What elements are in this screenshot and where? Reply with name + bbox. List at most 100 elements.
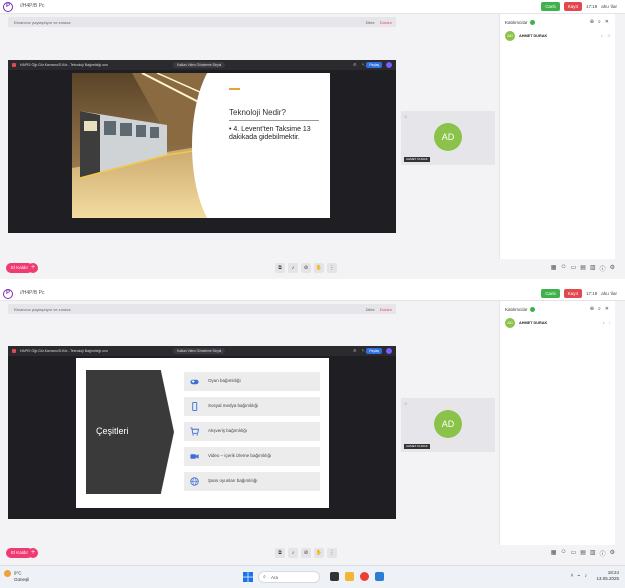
network-icon[interactable]: ⌁ <box>577 573 580 579</box>
participants-panel: Katılımcılar ⊕ ⌕ ✕ AD AHMET DURAK ♪ ☆ <box>499 14 615 259</box>
live-button[interactable]: Canlı <box>541 289 560 298</box>
chat-icon[interactable]: ▭ <box>571 264 577 273</box>
share-play-button[interactable]: Paylaş <box>366 62 382 68</box>
task-view-icon[interactable] <box>330 572 339 581</box>
types-title: Çeşitleri <box>96 426 129 436</box>
weather-widget[interactable]: 9°C Güneşli <box>4 570 29 582</box>
search-icon[interactable]: ⌕ <box>598 306 601 312</box>
chat-icon[interactable]: ▭ <box>571 549 577 558</box>
more-options-icon[interactable]: ⋮ <box>327 548 337 558</box>
globe-icon <box>190 477 199 486</box>
share-play-button[interactable]: Paylaş <box>366 348 382 354</box>
clock-time: 18:24 <box>607 570 619 575</box>
pin-icon[interactable]: ⊙ <box>404 114 407 119</box>
notice-stop-button[interactable]: Durdur <box>380 20 392 25</box>
files-icon[interactable]: ▤ <box>580 264 586 273</box>
settings-icon[interactable]: ⚙ <box>353 62 357 67</box>
close-icon[interactable]: ✕ <box>605 306 609 312</box>
stats-icon[interactable]: ▥ <box>590 264 596 273</box>
more-options-icon[interactable]: ⋮ <box>327 263 337 273</box>
add-user-icon[interactable]: ⊕ <box>590 19 594 25</box>
shared-screen-toolbar: HAPEI Öğr.Gör.Kavramı/S.Kör...Teknoloji … <box>8 60 396 70</box>
stats-icon[interactable]: ▥ <box>590 549 596 558</box>
settings-gear-icon[interactable]: ⚙ <box>610 549 615 558</box>
add-button[interactable]: + <box>28 263 38 273</box>
slide-bullet: • 4. Levent’ten Taksime 13 dakikada gide… <box>229 126 311 141</box>
app-frame-top: P //H4P/B Pc Canlı Kayıt 17:19 ahu ’ilar… <box>0 0 625 279</box>
live-button[interactable]: Canlı <box>541 2 560 11</box>
pin-icon[interactable]: ⊙ <box>404 401 407 406</box>
camera-off-icon[interactable]: ⊘ <box>301 263 311 273</box>
record-button[interactable]: Kayıt <box>563 2 582 11</box>
people-icon[interactable]: ☺ <box>560 549 566 558</box>
participants-panel: Katılımcılar ⊕ ⌕ ✕ AD AHMET DURAK ♪ ↓ <box>499 301 615 545</box>
info-icon[interactable]: ⓘ <box>600 549 606 558</box>
presenter-avatar <box>386 348 392 354</box>
hand-icon[interactable]: ✋ <box>314 263 324 273</box>
app-logo-icon: P <box>3 289 13 299</box>
mic-icon[interactable]: ♪ <box>601 33 603 39</box>
user-menu[interactable]: ahu ’ilar <box>601 291 617 296</box>
participant-video-tile[interactable]: ⊙ AD AHMET DURAK <box>401 398 495 452</box>
close-icon[interactable]: ✕ <box>605 19 609 25</box>
star-icon[interactable]: ☆ <box>607 33 611 39</box>
type-item-social: Sosyal medya bağımlılığı <box>184 397 320 416</box>
volume-icon[interactable]: ♪ <box>585 573 588 579</box>
windows-taskbar: 9°C Güneşli ⌕ Ara ˄ ⌁ ♪ 18:24 13.05.2025 <box>0 565 625 588</box>
share-screen-icon[interactable]: ⧉ <box>275 548 285 558</box>
weather-desc: Güneşli <box>14 577 30 582</box>
pointer-icon[interactable]: ↖ <box>362 348 365 353</box>
sun-icon <box>4 570 11 577</box>
add-button[interactable]: + <box>28 548 38 558</box>
notice-allow-button[interactable]: Dikte <box>366 20 375 25</box>
phone-icon <box>192 402 198 411</box>
participant-row[interactable]: AD AHMET DURAK ♪ ↓ <box>505 318 611 328</box>
add-user-icon[interactable]: ⊕ <box>590 306 594 312</box>
settings-gear-icon[interactable]: ⚙ <box>610 264 615 273</box>
slide-divider <box>229 120 319 121</box>
bottom-toolbar: El Kaldır + ⧉ ♪ ⊘ ✋ ⋮ ▦ ☺ ▭ ▤ ▥ ⓘ ⚙ <box>0 547 625 559</box>
camera-off-icon[interactable]: ⊘ <box>301 548 311 558</box>
share-screen-icon[interactable]: ⧉ <box>275 263 285 273</box>
participant-avatar: AD <box>434 410 462 438</box>
file-explorer-icon[interactable] <box>345 572 354 581</box>
hand-icon[interactable]: ✋ <box>314 548 324 558</box>
chevron-up-icon[interactable]: ˄ <box>571 573 574 579</box>
download-icon[interactable]: ↓ <box>609 320 611 325</box>
type-item-label: Şans oyunları bağımlılığı <box>208 478 258 483</box>
screen-share-notice: Ekranınız paylaşılıyor ve sınava Dikte D… <box>8 17 396 27</box>
notice-allow-button[interactable]: Dikte <box>366 307 375 312</box>
info-icon[interactable]: ⓘ <box>600 264 606 273</box>
presentation-icon <box>12 63 16 67</box>
slide-technology: Teknoloji Nedir? • 4. Levent’ten Taksime… <box>72 73 330 218</box>
notice-stop-button[interactable]: Durdur <box>380 307 392 312</box>
participant-row[interactable]: AD AHMET DURAK ♪ ☆ <box>505 31 611 41</box>
record-button[interactable]: Kayıt <box>563 289 582 298</box>
share-source-pill[interactable]: Kalkan Video Gönderme Sinyal <box>173 62 226 68</box>
windows-start-icon[interactable] <box>243 572 253 582</box>
files-icon[interactable]: ▤ <box>580 549 586 558</box>
mic-icon[interactable]: ♪ <box>603 320 605 325</box>
user-menu[interactable]: ahu ’ilar <box>601 4 617 9</box>
microphone-icon[interactable]: ♪ <box>288 548 298 558</box>
search-icon[interactable]: ⌕ <box>598 19 601 25</box>
header-controls: Canlı Kayıt 17:19 ahu ’ilar <box>541 2 617 11</box>
online-badge-icon <box>529 307 535 313</box>
people-icon[interactable]: ☺ <box>560 264 566 273</box>
cart-icon <box>190 427 199 436</box>
participant-avatar: AD <box>434 123 462 151</box>
outlook-icon[interactable] <box>375 572 384 581</box>
participant-video-tile[interactable]: ⊙ AD AHMET DURAK <box>401 111 495 165</box>
participant-row-name: AHMET DURAK <box>519 34 548 38</box>
microphone-icon[interactable]: ♪ <box>288 263 298 273</box>
taskbar-search-input[interactable]: ⌕ Ara <box>258 571 320 583</box>
slide-accent-bar <box>229 88 240 90</box>
grid-icon[interactable]: ▦ <box>551 549 557 558</box>
chrome-icon[interactable] <box>360 572 369 581</box>
grid-icon[interactable]: ▦ <box>551 264 557 273</box>
settings-icon[interactable]: ⚙ <box>353 348 357 353</box>
participant-row-name: AHMET DURAK <box>519 321 548 325</box>
system-clock[interactable]: 18:24 13.05.2025 <box>596 570 619 582</box>
pointer-icon[interactable]: ↖ <box>362 62 365 67</box>
share-source-pill[interactable]: Kalkan Video Gönderme Sinyal <box>173 348 226 354</box>
